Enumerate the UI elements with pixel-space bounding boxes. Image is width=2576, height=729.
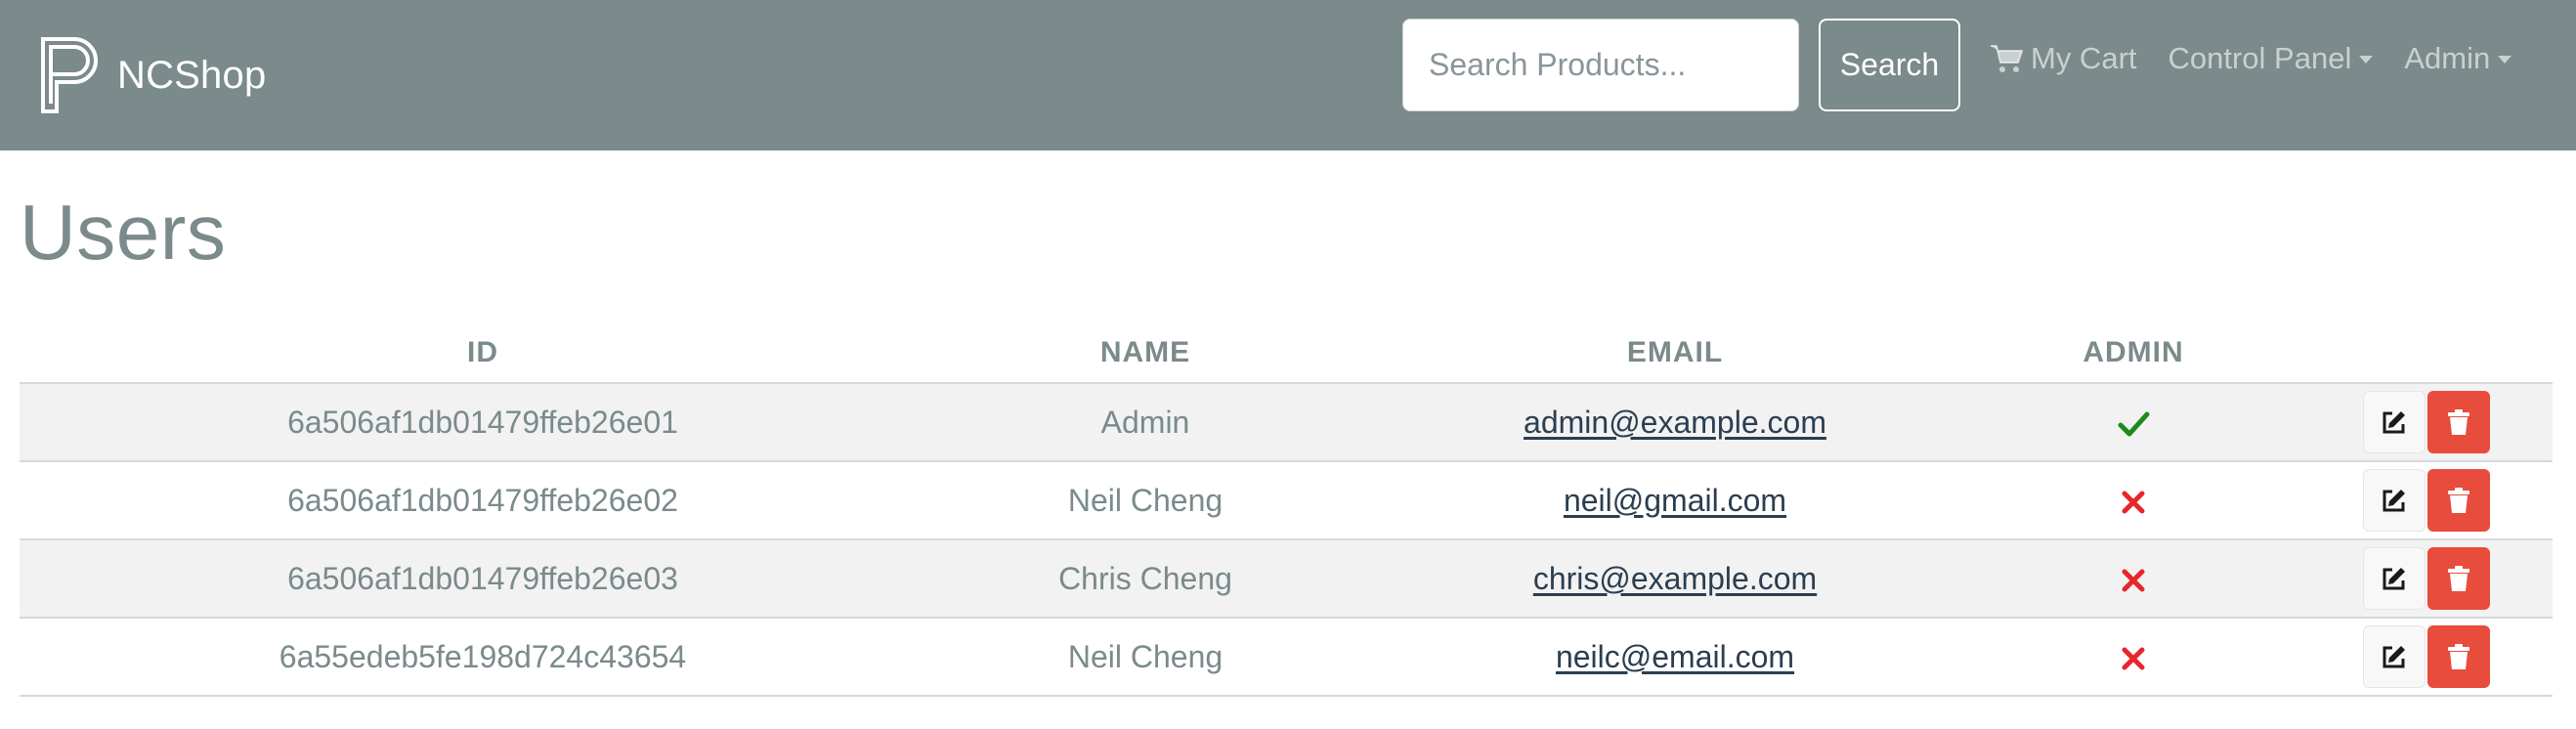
p-logo-icon <box>41 37 98 113</box>
trash-icon <box>2448 488 2469 513</box>
column-header-admin: ADMIN <box>2005 322 2261 384</box>
user-name-cell: Neil Cheng <box>946 618 1345 697</box>
cross-icon <box>2122 491 2145 514</box>
user-menu-label: Admin <box>2404 41 2491 75</box>
user-admin-cell <box>2005 383 2261 462</box>
nav-links: My Cart Control Panel Admin <box>1990 37 2512 80</box>
delete-user-button[interactable] <box>2427 547 2490 610</box>
user-email-cell: admin@example.com <box>1345 383 2005 462</box>
row-actions <box>2261 469 2553 532</box>
user-menu-dropdown[interactable]: Admin <box>2404 41 2512 76</box>
user-actions-cell <box>2261 618 2553 697</box>
search-input[interactable] <box>1402 19 1799 111</box>
cross-icon <box>2122 569 2145 592</box>
delete-user-button[interactable] <box>2427 391 2490 453</box>
edit-icon <box>2383 568 2405 590</box>
table-row: 6a506af1db01479ffeb26e02 Neil Cheng neil… <box>20 461 2553 540</box>
row-actions <box>2261 547 2553 610</box>
chevron-down-icon <box>2498 56 2512 64</box>
user-actions-cell <box>2261 383 2553 462</box>
user-id-cell: 6a55edeb5fe198d724c43654 <box>20 618 946 697</box>
trash-icon <box>2448 566 2469 591</box>
control-panel-dropdown[interactable]: Control Panel <box>2168 41 2374 76</box>
page-title: Users <box>20 189 227 276</box>
user-id-cell: 6a506af1db01479ffeb26e01 <box>20 383 946 462</box>
search-button[interactable]: Search <box>1819 19 1960 111</box>
delete-user-button[interactable] <box>2427 625 2490 688</box>
edit-user-button[interactable] <box>2363 547 2426 610</box>
user-name-cell: Chris Cheng <box>946 539 1345 619</box>
table-row: 6a55edeb5fe198d724c43654 Neil Cheng neil… <box>20 618 2553 697</box>
edit-user-button[interactable] <box>2363 391 2426 453</box>
search-form: Search <box>1402 19 1960 111</box>
column-header-name: NAME <box>946 322 1345 384</box>
table-row: 6a506af1db01479ffeb26e03 Chris Cheng chr… <box>20 539 2553 619</box>
user-name-cell: Neil Cheng <box>946 461 1345 540</box>
my-cart-link[interactable]: My Cart <box>1990 41 2137 76</box>
column-header-actions <box>2261 322 2553 384</box>
brand-link[interactable]: NCShop <box>39 31 266 119</box>
user-admin-cell <box>2005 461 2261 540</box>
row-actions <box>2261 625 2553 688</box>
control-panel-label: Control Panel <box>2168 41 2352 75</box>
checkmark-icon <box>2118 411 2150 437</box>
user-email-link[interactable]: neilc@email.com <box>1556 639 1794 674</box>
user-email-link[interactable]: neil@gmail.com <box>1564 483 1786 518</box>
user-name-cell: Admin <box>946 383 1345 462</box>
user-email-link[interactable]: chris@example.com <box>1533 561 1817 596</box>
user-admin-cell <box>2005 618 2261 697</box>
users-table: ID NAME EMAIL ADMIN 6a506af1db01479ffeb2… <box>20 322 2553 697</box>
user-actions-cell <box>2261 539 2553 619</box>
user-email-cell: neil@gmail.com <box>1345 461 2005 540</box>
user-admin-cell <box>2005 539 2261 619</box>
user-email-cell: neilc@email.com <box>1345 618 2005 697</box>
edit-icon <box>2383 490 2405 512</box>
edit-icon <box>2383 411 2405 434</box>
table-row: 6a506af1db01479ffeb26e01 Admin admin@exa… <box>20 383 2553 462</box>
cross-icon <box>2122 647 2145 670</box>
edit-icon <box>2383 646 2405 668</box>
navbar: NCShop Search My Cart Control Panel Admi… <box>0 0 2576 150</box>
delete-user-button[interactable] <box>2427 469 2490 532</box>
trash-icon <box>2448 644 2469 669</box>
table-header-row: ID NAME EMAIL ADMIN <box>20 322 2553 384</box>
edit-user-button[interactable] <box>2363 625 2426 688</box>
brand-name: NCShop <box>117 53 267 97</box>
user-email-link[interactable]: admin@example.com <box>1524 405 1826 440</box>
user-email-cell: chris@example.com <box>1345 539 2005 619</box>
column-header-email: EMAIL <box>1345 322 2005 384</box>
column-header-id: ID <box>20 322 946 384</box>
edit-user-button[interactable] <box>2363 469 2426 532</box>
user-id-cell: 6a506af1db01479ffeb26e03 <box>20 539 946 619</box>
my-cart-label: My Cart <box>2031 41 2137 75</box>
trash-icon <box>2448 409 2469 435</box>
chevron-down-icon <box>2359 56 2374 64</box>
user-id-cell: 6a506af1db01479ffeb26e02 <box>20 461 946 540</box>
shopping-cart-icon <box>1991 45 2023 72</box>
row-actions <box>2261 391 2553 453</box>
user-actions-cell <box>2261 461 2553 540</box>
